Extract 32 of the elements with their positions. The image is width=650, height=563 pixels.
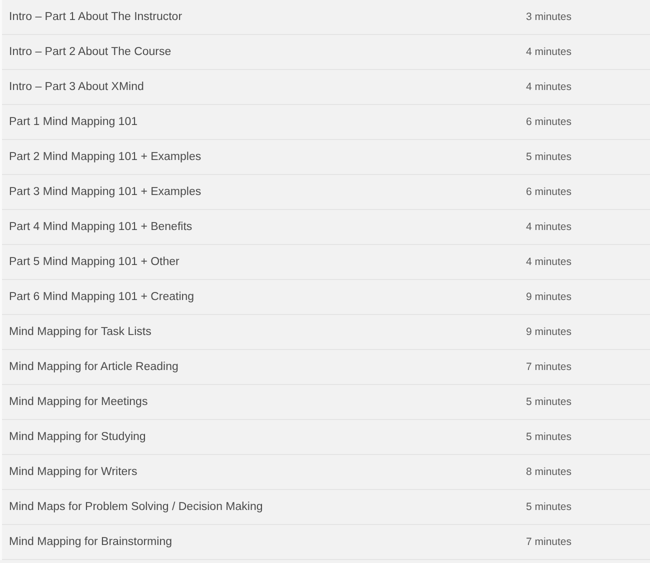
- lesson-duration: 9 minutes: [526, 326, 572, 338]
- lesson-title: Mind Mapping for Article Reading: [8, 361, 178, 373]
- lesson-title: Part 2 Mind Mapping 101 + Examples: [8, 151, 202, 163]
- lesson-title: Mind Mapping for Task Lists: [8, 326, 152, 338]
- lesson-duration: 6 minutes: [526, 116, 572, 128]
- lesson-title: Part 6 Mind Mapping 101 + Creating: [8, 291, 194, 303]
- lesson-title: Part 3 Mind Mapping 101 + Examples: [8, 186, 202, 198]
- lesson-duration: 5 minutes: [526, 151, 572, 163]
- lesson-duration: 4 minutes: [526, 46, 572, 58]
- lesson-title: Mind Maps for Problem Solving / Decision Making: [8, 501, 263, 513]
- lesson-title: Part 4 Mind Mapping 101 + Benefits: [8, 221, 192, 233]
- lesson-title: Mind Mapping for Studying: [8, 431, 146, 443]
- lesson-duration: 4 minutes: [526, 221, 572, 233]
- lesson-title: Part 1 Mind Mapping 101: [8, 116, 138, 128]
- lesson-duration: 5 minutes: [526, 501, 572, 513]
- lesson-title: Mind Mapping for Meetings: [8, 396, 148, 408]
- lesson-title: Intro – Part 2 About The Course: [8, 46, 172, 58]
- lesson-duration: 6 minutes: [526, 186, 572, 198]
- lesson-title: Part 5 Mind Mapping 101 + Other: [8, 256, 180, 268]
- lesson-duration: 7 minutes: [526, 536, 572, 548]
- lesson-duration: 7 minutes: [526, 361, 572, 373]
- lesson-title: Mind Mapping for Brainstorming: [8, 536, 172, 548]
- lesson-duration: 4 minutes: [526, 256, 572, 268]
- lesson-duration: 5 minutes: [526, 396, 572, 408]
- lesson-duration: 8 minutes: [526, 466, 572, 478]
- lesson-duration: 5 minutes: [526, 431, 572, 443]
- lesson-title: Intro – Part 3 About XMind: [8, 81, 144, 93]
- lesson-duration: 4 minutes: [526, 81, 572, 93]
- lesson-title: Intro – Part 1 About The Instructor: [8, 11, 182, 23]
- lesson-duration: 3 minutes: [526, 11, 572, 23]
- lesson-title: Mind Mapping for Writers: [8, 466, 138, 478]
- lesson-duration: 9 minutes: [526, 291, 572, 303]
